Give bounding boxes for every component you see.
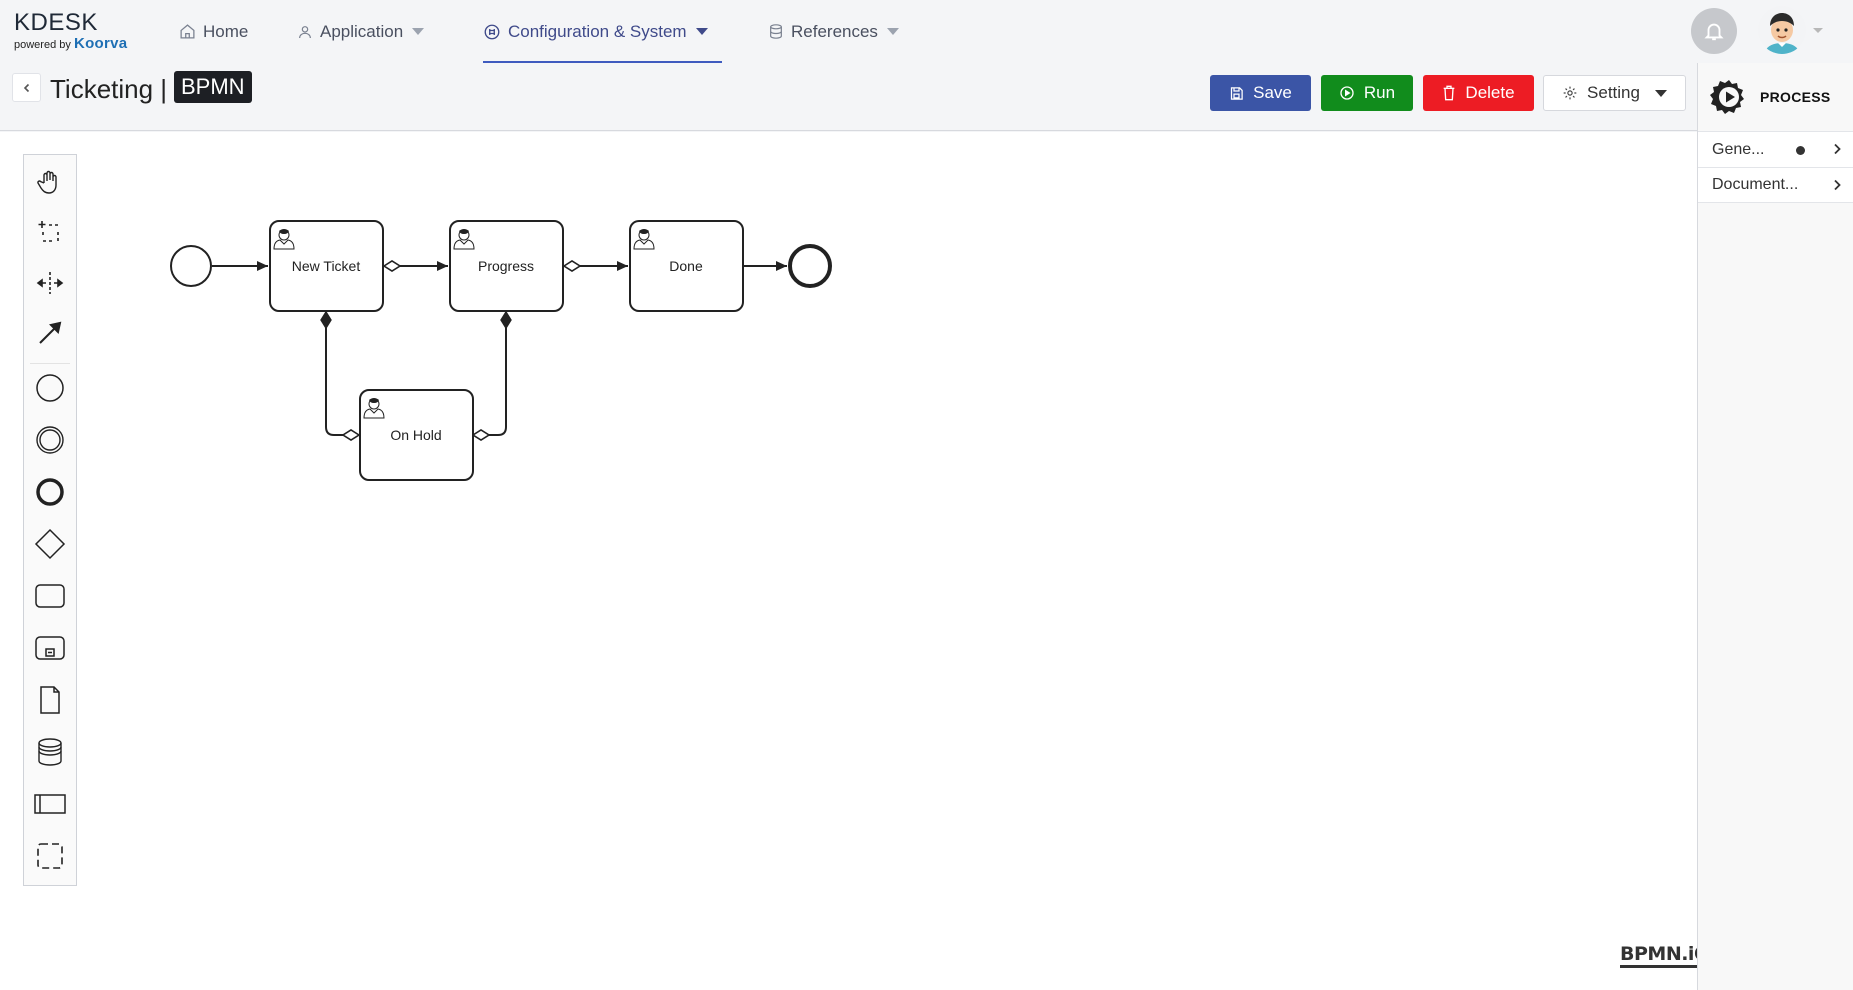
setting-dropdown-button[interactable]: Setting — [1543, 75, 1686, 111]
setting-button-label: Setting — [1587, 83, 1640, 102]
save-button-label: Save — [1253, 83, 1292, 102]
page-title: Ticketing | — [50, 74, 168, 104]
nav-item-label: Application — [320, 21, 404, 41]
notifications-button[interactable] — [1691, 8, 1737, 54]
brand-powered-by: powered by — [14, 39, 71, 51]
task-on-hold[interactable]: On Hold — [359, 389, 474, 481]
chevron-down-icon — [412, 28, 425, 35]
flow-on-hold-to-progress[interactable] — [471, 310, 512, 441]
bell-icon — [1704, 23, 1724, 41]
properties-panel-title: PROCESS — [1760, 89, 1831, 105]
brand-name: KDESK — [14, 9, 98, 36]
play-circle-icon — [1340, 86, 1354, 100]
save-button[interactable]: Save — [1210, 75, 1311, 111]
save-icon — [1231, 86, 1243, 100]
nav-item-configuration[interactable]: Configuration & System — [483, 0, 708, 63]
process-gear-icon — [1710, 80, 1744, 114]
nav-item-label: Configuration & System — [508, 21, 687, 41]
chevron-right-icon — [1834, 179, 1841, 191]
task-label: New Ticket — [292, 258, 361, 274]
trash-icon — [1444, 85, 1455, 101]
section-label: Document... — [1712, 176, 1799, 193]
settings-dial-icon — [484, 24, 500, 39]
delete-button-label: Delete — [1465, 83, 1515, 102]
brand-vendor: Koorva — [73, 35, 128, 52]
run-button-label: Run — [1363, 83, 1396, 102]
chevron-down-icon — [1654, 89, 1667, 97]
avatar-menu-caret[interactable] — [1813, 28, 1823, 33]
run-button[interactable]: Run — [1321, 75, 1413, 111]
bpmn-canvas[interactable]: New Ticket Progress Done On Hold BPMN.iO — [0, 132, 1710, 990]
brand-logo[interactable]: KDESK powered by Koorva — [14, 9, 127, 53]
section-changed-indicator — [1796, 146, 1805, 155]
avatar-icon — [1758, 6, 1806, 54]
nav-item-home[interactable]: Home — [179, 0, 248, 63]
nav-item-label: Home — [203, 21, 249, 41]
bpmn-badge: BPMN — [174, 71, 252, 103]
task-new-ticket[interactable]: New Ticket — [269, 220, 384, 312]
back-button[interactable] — [12, 73, 41, 102]
home-icon — [180, 24, 195, 39]
nav-item-label: References — [791, 21, 878, 41]
properties-section-documentation[interactable]: Document... — [1698, 167, 1853, 203]
top-navbar: KDESK powered by Koorva Home Application… — [0, 0, 1853, 63]
section-label: Gene... — [1712, 140, 1765, 158]
user-avatar[interactable] — [1758, 6, 1806, 54]
nav-item-application[interactable]: Application — [297, 0, 425, 63]
properties-panel-header: PROCESS — [1698, 63, 1853, 131]
task-label: Progress — [478, 258, 534, 274]
chevron-right-icon — [1834, 143, 1841, 155]
task-done[interactable]: Done — [629, 220, 744, 312]
task-progress[interactable]: Progress — [449, 220, 564, 312]
flow-progress-to-done[interactable] — [562, 260, 628, 272]
user-icon — [299, 25, 311, 38]
delete-button[interactable]: Delete — [1423, 75, 1534, 111]
task-label: On Hold — [390, 427, 441, 443]
start-event[interactable] — [170, 245, 212, 287]
task-label: Done — [669, 258, 703, 274]
properties-panel: PROCESS Gene... Document... — [1697, 63, 1853, 990]
gear-icon — [1563, 86, 1577, 100]
page-header: Ticketing | BPMN Save Run Delete Setting — [0, 63, 1697, 131]
bpmn-diagram: New Ticket Progress Done On Hold — [170, 220, 832, 481]
flow-new-ticket-to-progress[interactable] — [382, 260, 448, 272]
chevron-down-icon — [886, 28, 899, 35]
chevron-left-icon — [23, 83, 29, 92]
end-event[interactable] — [788, 244, 832, 288]
flow-on-hold-to-new-ticket[interactable] — [320, 310, 361, 441]
properties-section-general[interactable]: Gene... — [1698, 131, 1853, 167]
database-icon — [770, 24, 782, 39]
chevron-down-icon — [695, 28, 708, 35]
nav-item-references[interactable]: References — [768, 0, 899, 63]
brand-subtitle: powered by Koorva — [14, 35, 127, 52]
